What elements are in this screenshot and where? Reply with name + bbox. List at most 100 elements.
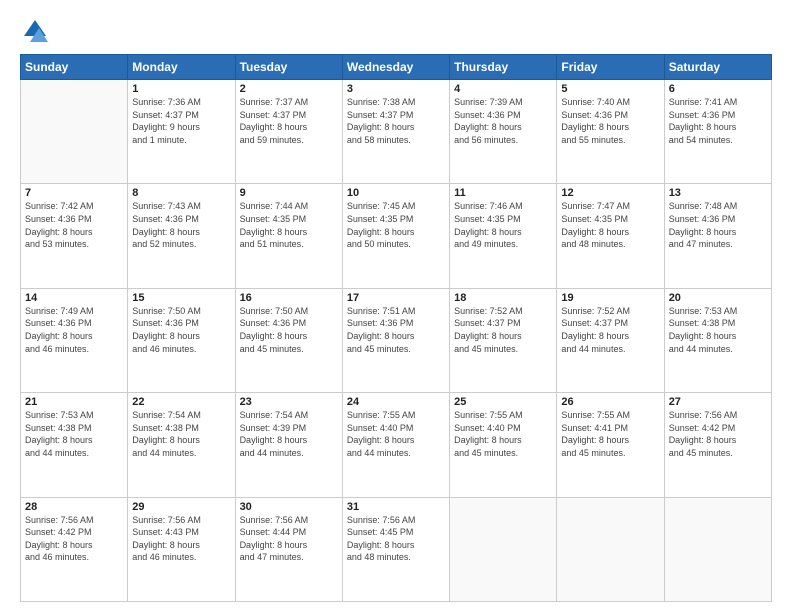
day-number: 20 [669,292,767,304]
day-info: Sunrise: 7:53 AM Sunset: 4:38 PM Dayligh… [669,305,767,355]
calendar-cell: 1Sunrise: 7:36 AM Sunset: 4:37 PM Daylig… [128,80,235,184]
day-number: 29 [132,501,230,513]
calendar-cell: 17Sunrise: 7:51 AM Sunset: 4:36 PM Dayli… [342,288,449,392]
day-info: Sunrise: 7:36 AM Sunset: 4:37 PM Dayligh… [132,96,230,146]
calendar-week-row: 14Sunrise: 7:49 AM Sunset: 4:36 PM Dayli… [21,288,772,392]
day-number: 11 [454,187,552,199]
calendar-week-row: 7Sunrise: 7:42 AM Sunset: 4:36 PM Daylig… [21,184,772,288]
calendar-cell: 14Sunrise: 7:49 AM Sunset: 4:36 PM Dayli… [21,288,128,392]
day-info: Sunrise: 7:39 AM Sunset: 4:36 PM Dayligh… [454,96,552,146]
day-info: Sunrise: 7:45 AM Sunset: 4:35 PM Dayligh… [347,200,445,250]
day-number: 15 [132,292,230,304]
calendar-cell: 25Sunrise: 7:55 AM Sunset: 4:40 PM Dayli… [450,393,557,497]
calendar-cell: 3Sunrise: 7:38 AM Sunset: 4:37 PM Daylig… [342,80,449,184]
day-number: 5 [561,83,659,95]
calendar-table: SundayMondayTuesdayWednesdayThursdayFrid… [20,54,772,602]
day-number: 2 [240,83,338,95]
day-number: 13 [669,187,767,199]
header [20,16,772,46]
day-info: Sunrise: 7:52 AM Sunset: 4:37 PM Dayligh… [454,305,552,355]
day-number: 1 [132,83,230,95]
day-number: 7 [25,187,123,199]
calendar-header-row: SundayMondayTuesdayWednesdayThursdayFrid… [21,55,772,80]
day-number: 31 [347,501,445,513]
calendar-cell: 28Sunrise: 7:56 AM Sunset: 4:42 PM Dayli… [21,497,128,601]
calendar-cell [557,497,664,601]
day-number: 23 [240,396,338,408]
day-info: Sunrise: 7:56 AM Sunset: 4:43 PM Dayligh… [132,514,230,564]
day-info: Sunrise: 7:37 AM Sunset: 4:37 PM Dayligh… [240,96,338,146]
calendar-cell: 13Sunrise: 7:48 AM Sunset: 4:36 PM Dayli… [664,184,771,288]
day-number: 19 [561,292,659,304]
day-number: 17 [347,292,445,304]
page: SundayMondayTuesdayWednesdayThursdayFrid… [0,0,792,612]
calendar-cell: 18Sunrise: 7:52 AM Sunset: 4:37 PM Dayli… [450,288,557,392]
day-number: 6 [669,83,767,95]
day-number: 3 [347,83,445,95]
calendar-week-row: 1Sunrise: 7:36 AM Sunset: 4:37 PM Daylig… [21,80,772,184]
day-number: 30 [240,501,338,513]
day-number: 18 [454,292,552,304]
day-info: Sunrise: 7:40 AM Sunset: 4:36 PM Dayligh… [561,96,659,146]
calendar-cell: 7Sunrise: 7:42 AM Sunset: 4:36 PM Daylig… [21,184,128,288]
calendar-cell: 8Sunrise: 7:43 AM Sunset: 4:36 PM Daylig… [128,184,235,288]
day-number: 28 [25,501,123,513]
calendar-cell [664,497,771,601]
day-info: Sunrise: 7:50 AM Sunset: 4:36 PM Dayligh… [132,305,230,355]
calendar-cell: 10Sunrise: 7:45 AM Sunset: 4:35 PM Dayli… [342,184,449,288]
calendar-cell [450,497,557,601]
calendar-weekday-thursday: Thursday [450,55,557,80]
day-info: Sunrise: 7:43 AM Sunset: 4:36 PM Dayligh… [132,200,230,250]
calendar-cell: 22Sunrise: 7:54 AM Sunset: 4:38 PM Dayli… [128,393,235,497]
day-info: Sunrise: 7:48 AM Sunset: 4:36 PM Dayligh… [669,200,767,250]
day-number: 21 [25,396,123,408]
calendar-week-row: 28Sunrise: 7:56 AM Sunset: 4:42 PM Dayli… [21,497,772,601]
calendar-cell: 20Sunrise: 7:53 AM Sunset: 4:38 PM Dayli… [664,288,771,392]
calendar-cell: 19Sunrise: 7:52 AM Sunset: 4:37 PM Dayli… [557,288,664,392]
calendar-cell: 11Sunrise: 7:46 AM Sunset: 4:35 PM Dayli… [450,184,557,288]
calendar-weekday-friday: Friday [557,55,664,80]
day-info: Sunrise: 7:50 AM Sunset: 4:36 PM Dayligh… [240,305,338,355]
day-number: 4 [454,83,552,95]
day-info: Sunrise: 7:49 AM Sunset: 4:36 PM Dayligh… [25,305,123,355]
calendar-weekday-wednesday: Wednesday [342,55,449,80]
day-info: Sunrise: 7:38 AM Sunset: 4:37 PM Dayligh… [347,96,445,146]
calendar-cell: 29Sunrise: 7:56 AM Sunset: 4:43 PM Dayli… [128,497,235,601]
day-info: Sunrise: 7:56 AM Sunset: 4:45 PM Dayligh… [347,514,445,564]
day-info: Sunrise: 7:46 AM Sunset: 4:35 PM Dayligh… [454,200,552,250]
day-number: 10 [347,187,445,199]
calendar-week-row: 21Sunrise: 7:53 AM Sunset: 4:38 PM Dayli… [21,393,772,497]
day-info: Sunrise: 7:56 AM Sunset: 4:42 PM Dayligh… [669,409,767,459]
day-info: Sunrise: 7:53 AM Sunset: 4:38 PM Dayligh… [25,409,123,459]
day-number: 12 [561,187,659,199]
calendar-weekday-sunday: Sunday [21,55,128,80]
day-number: 25 [454,396,552,408]
logo [20,16,54,46]
day-info: Sunrise: 7:56 AM Sunset: 4:42 PM Dayligh… [25,514,123,564]
day-info: Sunrise: 7:55 AM Sunset: 4:41 PM Dayligh… [561,409,659,459]
calendar-cell: 4Sunrise: 7:39 AM Sunset: 4:36 PM Daylig… [450,80,557,184]
day-info: Sunrise: 7:52 AM Sunset: 4:37 PM Dayligh… [561,305,659,355]
calendar-cell [21,80,128,184]
day-number: 16 [240,292,338,304]
calendar-cell: 12Sunrise: 7:47 AM Sunset: 4:35 PM Dayli… [557,184,664,288]
calendar-cell: 5Sunrise: 7:40 AM Sunset: 4:36 PM Daylig… [557,80,664,184]
day-info: Sunrise: 7:54 AM Sunset: 4:38 PM Dayligh… [132,409,230,459]
calendar-weekday-monday: Monday [128,55,235,80]
calendar-cell: 6Sunrise: 7:41 AM Sunset: 4:36 PM Daylig… [664,80,771,184]
day-info: Sunrise: 7:51 AM Sunset: 4:36 PM Dayligh… [347,305,445,355]
day-info: Sunrise: 7:47 AM Sunset: 4:35 PM Dayligh… [561,200,659,250]
day-info: Sunrise: 7:42 AM Sunset: 4:36 PM Dayligh… [25,200,123,250]
calendar-cell: 2Sunrise: 7:37 AM Sunset: 4:37 PM Daylig… [235,80,342,184]
calendar-cell: 30Sunrise: 7:56 AM Sunset: 4:44 PM Dayli… [235,497,342,601]
day-number: 26 [561,396,659,408]
calendar-cell: 26Sunrise: 7:55 AM Sunset: 4:41 PM Dayli… [557,393,664,497]
day-number: 9 [240,187,338,199]
day-number: 27 [669,396,767,408]
calendar-cell: 21Sunrise: 7:53 AM Sunset: 4:38 PM Dayli… [21,393,128,497]
day-number: 22 [132,396,230,408]
day-info: Sunrise: 7:54 AM Sunset: 4:39 PM Dayligh… [240,409,338,459]
calendar-cell: 27Sunrise: 7:56 AM Sunset: 4:42 PM Dayli… [664,393,771,497]
calendar-cell: 24Sunrise: 7:55 AM Sunset: 4:40 PM Dayli… [342,393,449,497]
calendar-weekday-saturday: Saturday [664,55,771,80]
